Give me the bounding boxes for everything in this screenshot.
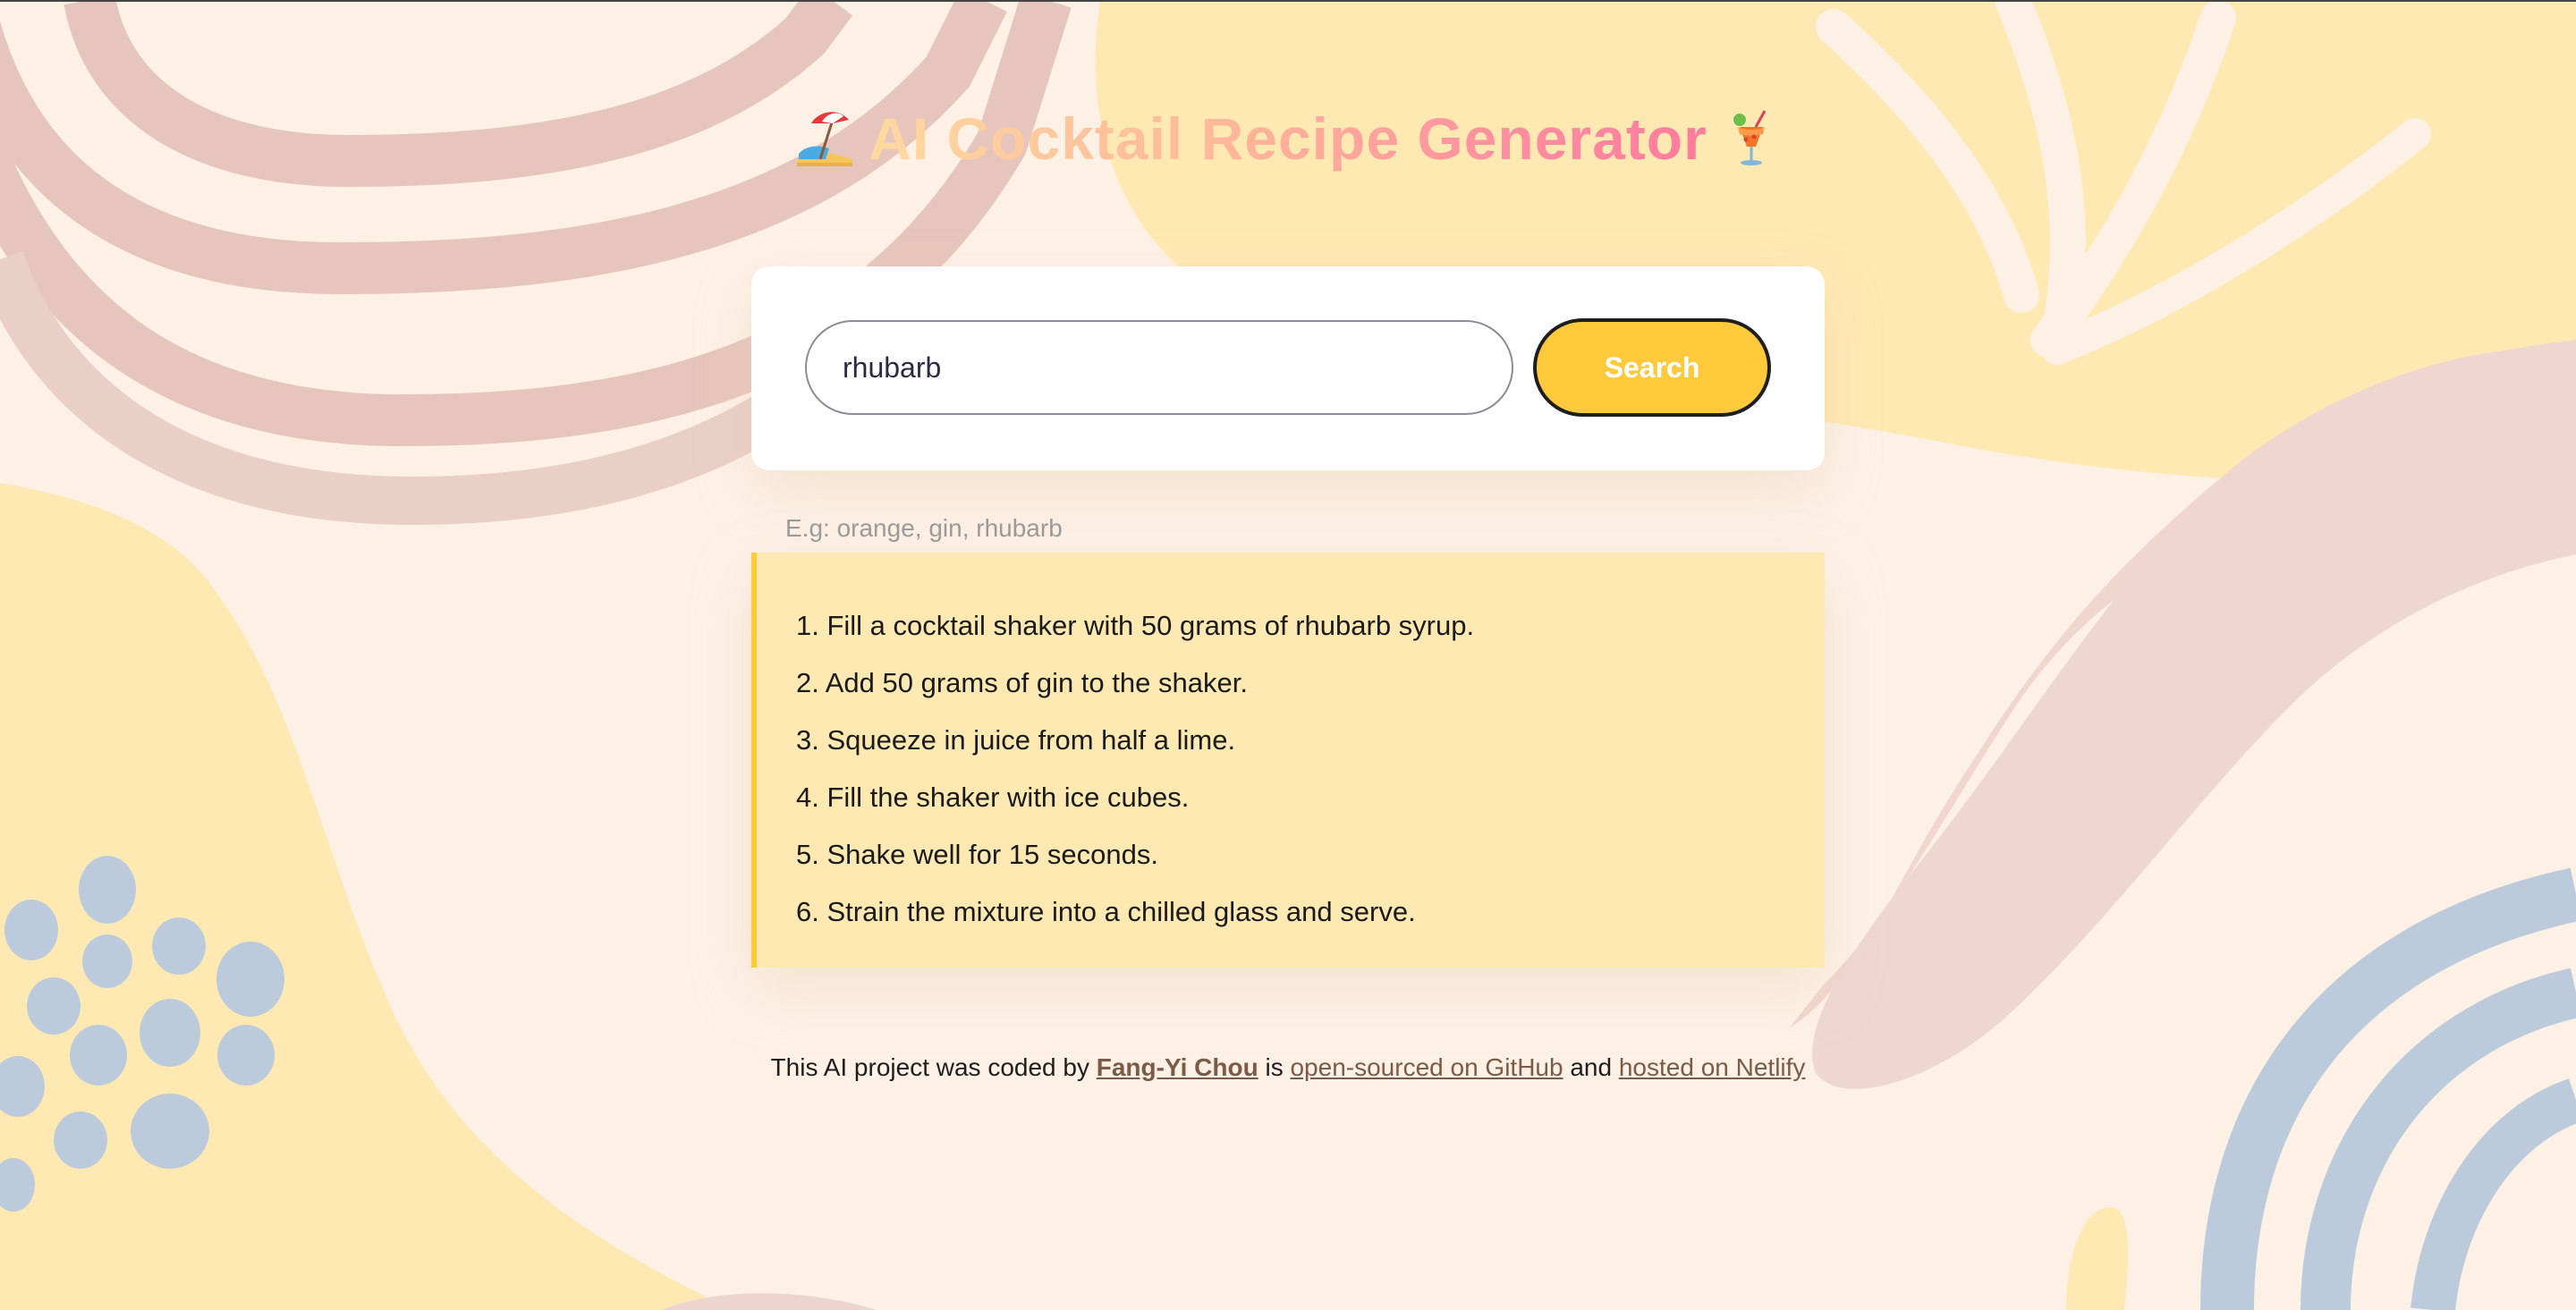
top-border-line xyxy=(0,0,2576,2)
netlify-link[interactable]: hosted on Netlify xyxy=(1619,1053,1806,1081)
recipe-step: 1. Fill a cocktail shaker with 50 grams … xyxy=(796,610,1475,641)
search-button[interactable]: Search xyxy=(1533,318,1771,417)
page-title: AI Cocktail Recipe Generator xyxy=(751,89,1825,188)
footer-and-text: and xyxy=(1570,1053,1613,1081)
recipe-output: 1. Fill a cocktail shaker with 50 grams … xyxy=(751,553,1825,968)
recipe-step: 3. Squeeze in juice from half a lime. xyxy=(796,724,1236,756)
search-hint: E.g: orange, gin, rhubarb xyxy=(785,514,1063,542)
recipe-step: 2. Add 50 grams of gin to the shaker. xyxy=(796,667,1248,698)
title-text: AI Cocktail Recipe Generator xyxy=(869,106,1707,172)
recipe-step: 4. Fill the shaker with ice cubes. xyxy=(796,782,1190,813)
search-input[interactable] xyxy=(805,320,1513,415)
search-card: Search xyxy=(751,266,1825,470)
beach-umbrella-icon xyxy=(797,112,853,166)
footer: This AI project was coded by Fang-Yi Cho… xyxy=(751,1053,1825,1082)
page: AI Cocktail Recipe Generator Search E.g:… xyxy=(0,0,2576,1310)
footer-is-text: is xyxy=(1265,1053,1284,1081)
recipe-step: 6. Strain the mixture into a chilled gla… xyxy=(796,896,1416,927)
recipe-step: 5. Shake well for 15 seconds. xyxy=(796,839,1158,870)
tropical-drink-icon xyxy=(1733,110,1767,165)
author-link[interactable]: Fang-Yi Chou xyxy=(1097,1053,1258,1081)
github-link[interactable]: open-sourced on GitHub xyxy=(1290,1053,1563,1081)
footer-prefix-text: This AI project was coded by xyxy=(770,1053,1089,1081)
